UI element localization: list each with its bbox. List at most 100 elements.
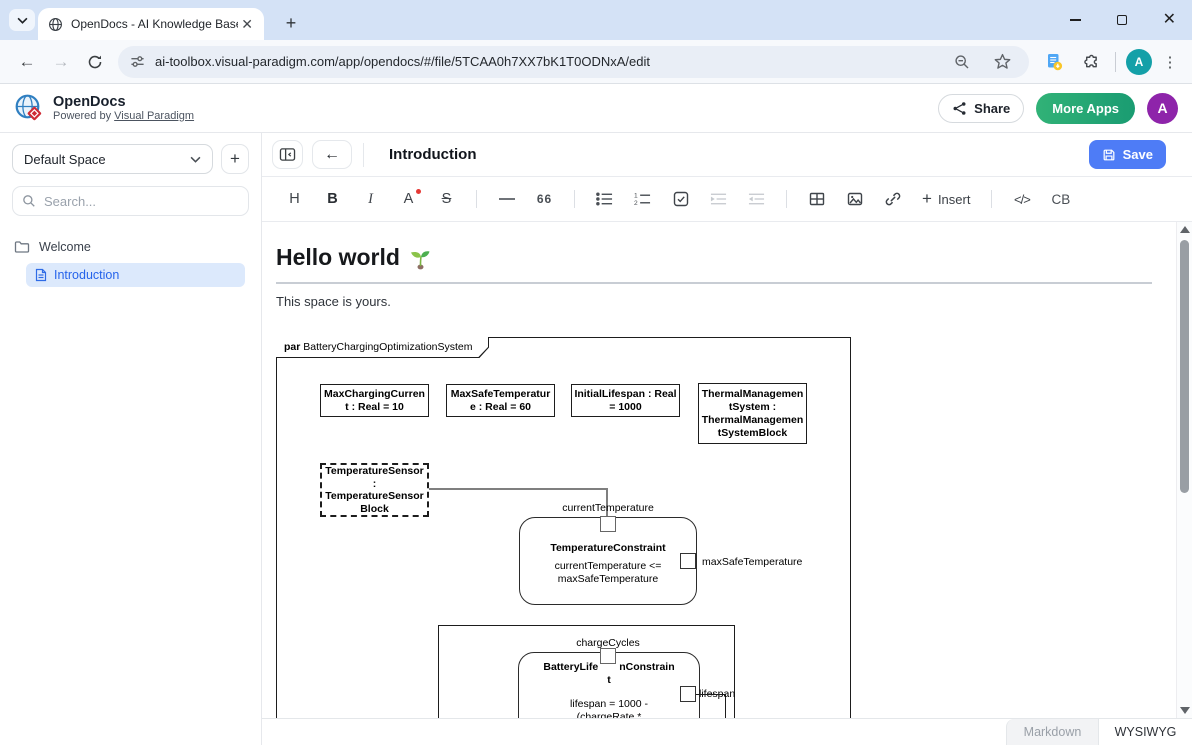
scroll-up-icon[interactable] [1180, 226, 1190, 233]
diagram-frame-label: par BatteryChargingOptimizationSystem [284, 341, 473, 353]
bullet-list-icon[interactable] [596, 188, 613, 210]
folder-icon [14, 240, 30, 254]
app-brand: OpenDocs Powered by Visual Paradigm [14, 93, 194, 123]
task-list-icon[interactable] [672, 188, 689, 210]
constraint-battery-expression: lifespan = 1000 - (chargeRate * [550, 698, 668, 718]
browser-tab[interactable]: OpenDocs - AI Knowledge Base ✕ [38, 8, 264, 40]
mode-wysiwyg-button[interactable]: WYSIWYG [1098, 719, 1192, 745]
window-maximize-button[interactable] [1117, 15, 1127, 25]
image-icon[interactable] [846, 188, 863, 210]
back-button[interactable]: ← [312, 140, 352, 169]
connector-sensor-horizontal [429, 488, 608, 490]
scrollbar-thumb[interactable] [1180, 240, 1189, 493]
table-icon[interactable] [808, 188, 825, 210]
formatting-toolbar: H B I A S 66 1 2 [262, 177, 1192, 222]
code-icon[interactable]: </> [1013, 188, 1030, 210]
document-paragraph: This space is yours. [276, 294, 391, 309]
editor-body[interactable]: Hello world This space is yours. [262, 222, 1192, 718]
new-tab-button[interactable]: + [278, 10, 304, 36]
blockquote-icon[interactable]: 66 [536, 188, 553, 210]
toolbar-divider [1115, 52, 1116, 72]
add-space-button[interactable]: + [221, 144, 249, 174]
heading-icon[interactable]: H [286, 188, 303, 210]
save-button[interactable]: Save [1089, 140, 1166, 169]
block-thermal-management-system: ThermalManagementSystem : ThermalManagem… [698, 383, 807, 444]
code-block-icon[interactable]: CB [1051, 188, 1070, 210]
seedling-emoji [408, 246, 432, 270]
page-tree: Welcome Introduction [0, 234, 261, 287]
site-settings-icon[interactable] [130, 54, 145, 69]
extensions-puzzle-icon[interactable] [1075, 47, 1105, 77]
port-label-max-safe-temperature: maxSafeTemperature [702, 556, 802, 568]
browser-profile-avatar[interactable]: A [1126, 49, 1152, 75]
space-selector[interactable]: Default Space [12, 144, 213, 174]
vertical-scrollbar[interactable] [1176, 222, 1192, 718]
back-icon[interactable]: ← [10, 45, 44, 79]
url-bar[interactable]: ai-toolbox.visual-paradigm.com/app/opend… [118, 46, 1029, 78]
connector-lifespan-horizontal [696, 694, 726, 695]
value-block-initial-lifespan: InitialLifespan : Real = 1000 [571, 384, 680, 417]
italic-icon[interactable]: I [362, 188, 379, 210]
outdent-icon[interactable] [748, 188, 765, 210]
app-name: OpenDocs [53, 94, 194, 110]
user-avatar[interactable]: A [1147, 93, 1178, 124]
port-charge-cycles [600, 648, 616, 664]
indent-icon[interactable] [710, 188, 727, 210]
scroll-down-icon[interactable] [1180, 707, 1190, 714]
app-header: OpenDocs Powered by Visual Paradigm Shar… [0, 84, 1192, 133]
docs-offline-icon[interactable] [1039, 47, 1069, 77]
search-input[interactable] [44, 194, 239, 209]
share-button[interactable]: Share [938, 94, 1024, 123]
port-lifespan [680, 686, 696, 702]
numbered-list-icon[interactable]: 1 2 [634, 188, 651, 210]
horizontal-rule-icon[interactable] [498, 188, 515, 210]
editor-pane: ← Introduction Save H B I A S 66 [262, 133, 1192, 745]
mode-markdown-button[interactable]: Markdown [1006, 719, 1098, 745]
save-floppy-icon [1102, 148, 1116, 162]
window-minimize-button[interactable] [1070, 19, 1081, 20]
toggle-sidebar-button[interactable] [272, 140, 303, 169]
bookmark-star-icon[interactable] [987, 47, 1017, 77]
tab-close-icon[interactable]: ✕ [238, 16, 256, 33]
browser-menu-icon[interactable]: ⋮ [1158, 53, 1182, 71]
insert-button[interactable]: + Insert [922, 192, 970, 207]
port-current-temperature [600, 516, 616, 532]
forward-icon[interactable]: → [44, 45, 78, 79]
window-close-button[interactable]: ✕ [1163, 15, 1176, 25]
page-title: Introduction [389, 146, 476, 163]
browser-titlebar: OpenDocs - AI Knowledge Base ✕ + ✕ [0, 0, 1192, 40]
opendocs-logo-icon [14, 93, 44, 123]
text-color-icon[interactable]: A [400, 188, 417, 210]
document-content[interactable]: Hello world This space is yours. [262, 222, 1176, 718]
strikethrough-icon[interactable]: S [438, 188, 455, 210]
svg-text:2: 2 [634, 200, 638, 207]
value-block-max-charging-current: MaxChargingCurrent : Real = 10 [320, 384, 429, 417]
share-icon [952, 101, 967, 116]
search-icon [22, 194, 36, 208]
constraint-temperature-expression: currentTemperature <= maxSafeTemperature [533, 560, 683, 586]
chevron-down-icon [190, 156, 201, 163]
sidebar-item-welcome[interactable]: Welcome [0, 234, 261, 260]
visual-paradigm-link[interactable]: Visual Paradigm [114, 110, 194, 122]
tab-title: OpenDocs - AI Knowledge Base [71, 17, 238, 31]
url-text[interactable]: ai-toolbox.visual-paradigm.com/app/opend… [155, 54, 937, 69]
parametric-diagram[interactable]: par BatteryChargingOptimizationSystem Ma… [276, 337, 854, 718]
part-temperature-sensor: TemperatureSensor : TemperatureSensorBlo… [320, 463, 429, 517]
reload-icon[interactable] [78, 45, 112, 79]
tab-favicon-globe-icon [48, 17, 63, 32]
header-divider [363, 143, 364, 167]
document-icon [35, 268, 47, 282]
search-box[interactable] [12, 186, 249, 216]
more-apps-button[interactable]: More Apps [1036, 93, 1135, 124]
link-icon[interactable] [884, 188, 901, 210]
editor-header: ← Introduction Save [262, 133, 1192, 177]
constraint-temperature-title: TemperatureConstraint [520, 542, 696, 554]
zoom-icon[interactable] [947, 47, 977, 77]
plus-icon: + [922, 192, 932, 206]
sidebar-item-introduction[interactable]: Introduction [26, 263, 245, 287]
port-max-safe-temperature [680, 553, 696, 569]
browser-toolbar: ← → ai-toolbox.visual-paradigm.com/app/o… [0, 40, 1192, 84]
bold-icon[interactable]: B [324, 188, 341, 210]
tab-search-button[interactable] [9, 9, 35, 31]
powered-by: Powered by Visual Paradigm [53, 110, 194, 122]
